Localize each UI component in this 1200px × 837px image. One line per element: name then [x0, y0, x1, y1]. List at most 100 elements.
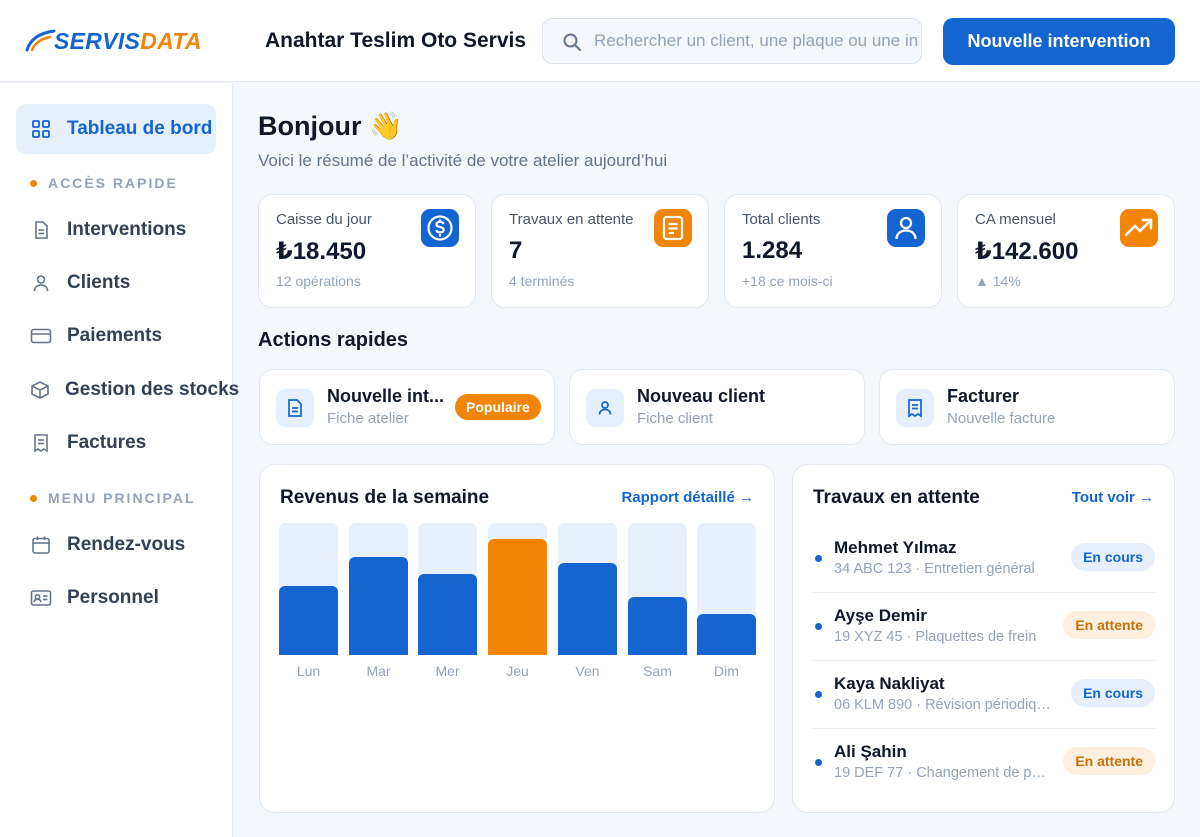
sidebar-item-invoices[interactable]: Factures	[16, 418, 216, 468]
grid-icon	[30, 118, 52, 140]
id-card-icon	[30, 587, 52, 609]
document-icon	[276, 389, 314, 427]
status-dot	[815, 555, 822, 562]
chart-bar-track	[488, 523, 547, 655]
sidebar-item-label: Rendez-vous	[67, 534, 186, 555]
quick-action-subtitle: Fiche atelier	[327, 410, 409, 427]
chart-bar[interactable]	[279, 586, 338, 655]
stat-card-total-clients[interactable]: Total clients 1.284 +18 ce mois-ci	[724, 194, 942, 308]
chart-bar-track	[418, 523, 477, 655]
chart-x-tick-label: Sam	[643, 663, 672, 679]
user-icon	[887, 209, 925, 247]
servisdata-logo[interactable]: SERVISDATA	[24, 26, 244, 56]
panel-title: Travaux en attente	[813, 487, 980, 508]
status-dot	[815, 623, 822, 630]
receipt-icon	[30, 432, 52, 454]
credit-card-icon	[30, 325, 52, 347]
stat-label: Total clients	[742, 211, 821, 228]
panel-title: Revenus de la semaine	[280, 487, 490, 508]
stat-card-daily-cash[interactable]: Caisse du jour ₺18.450 12 opérations	[258, 194, 476, 308]
search-box[interactable]	[542, 18, 922, 64]
stat-value: ₺142.600	[975, 238, 1079, 265]
quick-action-subtitle: Fiche client	[637, 410, 713, 427]
chart-bar-track	[279, 523, 338, 655]
job-client-name: Mehmet Yılmaz	[834, 538, 957, 557]
chart-bar-track	[558, 523, 617, 655]
sidebar-item-label: Personnel	[67, 587, 159, 608]
pending-job-row[interactable]: Kaya Nakliyat 06 KLM 890 · Révision péri…	[813, 661, 1155, 729]
chart-x-tick-label: Jeu	[506, 663, 529, 679]
chart-x-tick-label: Mer	[435, 663, 460, 679]
sidebar-item-dashboard[interactable]: Tableau de bord	[16, 104, 216, 154]
stat-label: CA mensuel	[975, 211, 1056, 228]
popular-badge: Populaire	[455, 394, 541, 420]
chart-bar[interactable]	[418, 574, 477, 655]
quick-action-title: Nouveau client	[637, 386, 766, 406]
job-client-name: Kaya Nakliyat	[834, 674, 945, 693]
quick-action-invoice[interactable]: Facturer Nouvelle facture	[879, 369, 1175, 445]
sidebar: Tableau de bord ACCÈS RAPIDE Interventio…	[0, 83, 239, 837]
section-dot	[30, 179, 37, 187]
status-badge: En cours	[1071, 679, 1155, 707]
status-badge: En cours	[1071, 543, 1155, 571]
stat-sub: +18 ce mois-ci	[742, 273, 833, 289]
chart-bar[interactable]	[488, 539, 547, 655]
sidebar-item-staff[interactable]: Personnel	[16, 573, 216, 623]
view-all-link[interactable]: Tout voir →	[1072, 489, 1154, 506]
job-client-name: Ayşe Demir	[834, 606, 927, 625]
chart-bar[interactable]	[349, 557, 408, 655]
job-detail: 06 KLM 890 · Révision périodique	[834, 697, 1052, 713]
quick-action-subtitle: Nouvelle facture	[947, 410, 1056, 427]
weekly-revenue-chart: Lun Mar Mer Jeu Ven Sam Dim	[279, 523, 757, 683]
sidebar-item-label: Paiements	[67, 325, 163, 346]
logo-swoosh-icon	[25, 29, 56, 52]
status-dot	[815, 759, 822, 766]
stat-label: Travaux en attente	[509, 211, 634, 228]
stat-sub: ▲ 14%	[975, 273, 1021, 289]
chart-bar-track	[697, 523, 756, 655]
detailed-report-link[interactable]: Rapport détaillé →	[621, 489, 754, 506]
pending-jobs-panel: Travaux en attente Tout voir → Mehmet Yı…	[792, 464, 1175, 813]
chart-bar[interactable]	[697, 614, 756, 655]
user-icon	[30, 272, 52, 294]
section-main-menu: MENU PRINCIPAL	[30, 490, 196, 506]
page-title: Bonjour 👋	[258, 111, 403, 141]
chart-bar-track	[349, 523, 408, 655]
stat-card-monthly-revenue[interactable]: CA mensuel ₺142.600 ▲ 14%	[957, 194, 1175, 308]
sidebar-item-payments[interactable]: Paiements	[16, 311, 216, 361]
job-client-name: Ali Şahin	[834, 742, 907, 761]
new-intervention-button[interactable]: Nouvelle intervention	[943, 18, 1175, 65]
search-input[interactable]	[594, 19, 919, 63]
pending-job-row[interactable]: Ayşe Demir 19 XYZ 45 · Plaquettes de fre…	[813, 593, 1155, 661]
chart-bar[interactable]	[628, 597, 687, 655]
chart-bar-track	[628, 523, 687, 655]
sidebar-item-stock[interactable]: Gestion des stocks	[16, 365, 239, 415]
trend-up-icon	[1120, 209, 1158, 247]
top-header: SERVISDATA Anahtar Teslim Oto Servis Nou…	[0, 0, 1200, 82]
page-subtitle: Voici le résumé de l’activité de votre a…	[258, 151, 668, 170]
user-icon	[586, 389, 624, 427]
sidebar-item-clients[interactable]: Clients	[16, 258, 216, 308]
chart-bar[interactable]	[558, 563, 617, 655]
search-icon	[563, 33, 581, 51]
garage-name: Anahtar Teslim Oto Servis	[265, 29, 527, 52]
sidebar-item-interventions[interactable]: Interventions	[16, 205, 216, 255]
stat-sub: 12 opérations	[276, 273, 361, 289]
pending-job-row[interactable]: Mehmet Yılmaz 34 ABC 123 · Entretien gén…	[813, 525, 1155, 593]
stat-card-pending-jobs[interactable]: Travaux en attente 7 4 terminés	[491, 194, 709, 308]
dollar-icon	[421, 209, 459, 247]
sidebar-item-label: Gestion des stocks	[65, 379, 240, 400]
sidebar-item-label: Factures	[67, 432, 147, 453]
chart-x-tick-label: Lun	[296, 663, 321, 679]
quick-action-title: Nouvelle int...	[327, 386, 445, 406]
quick-action-new-intervention[interactable]: Nouvelle int... Fiche atelier Populaire	[259, 369, 555, 445]
quick-action-new-client[interactable]: Nouveau client Fiche client	[569, 369, 865, 445]
document-icon	[30, 219, 52, 241]
stat-sub: 4 terminés	[509, 273, 575, 289]
pending-job-row[interactable]: Ali Şahin 19 DEF 77 · Changement de pneu…	[813, 729, 1155, 797]
stat-value: 1.284	[742, 237, 803, 264]
sidebar-item-label: Clients	[67, 272, 131, 293]
stat-value: 7	[509, 237, 523, 264]
sidebar-item-appointments[interactable]: Rendez-vous	[16, 520, 216, 570]
section-title-text: MENU PRINCIPAL	[48, 490, 196, 506]
